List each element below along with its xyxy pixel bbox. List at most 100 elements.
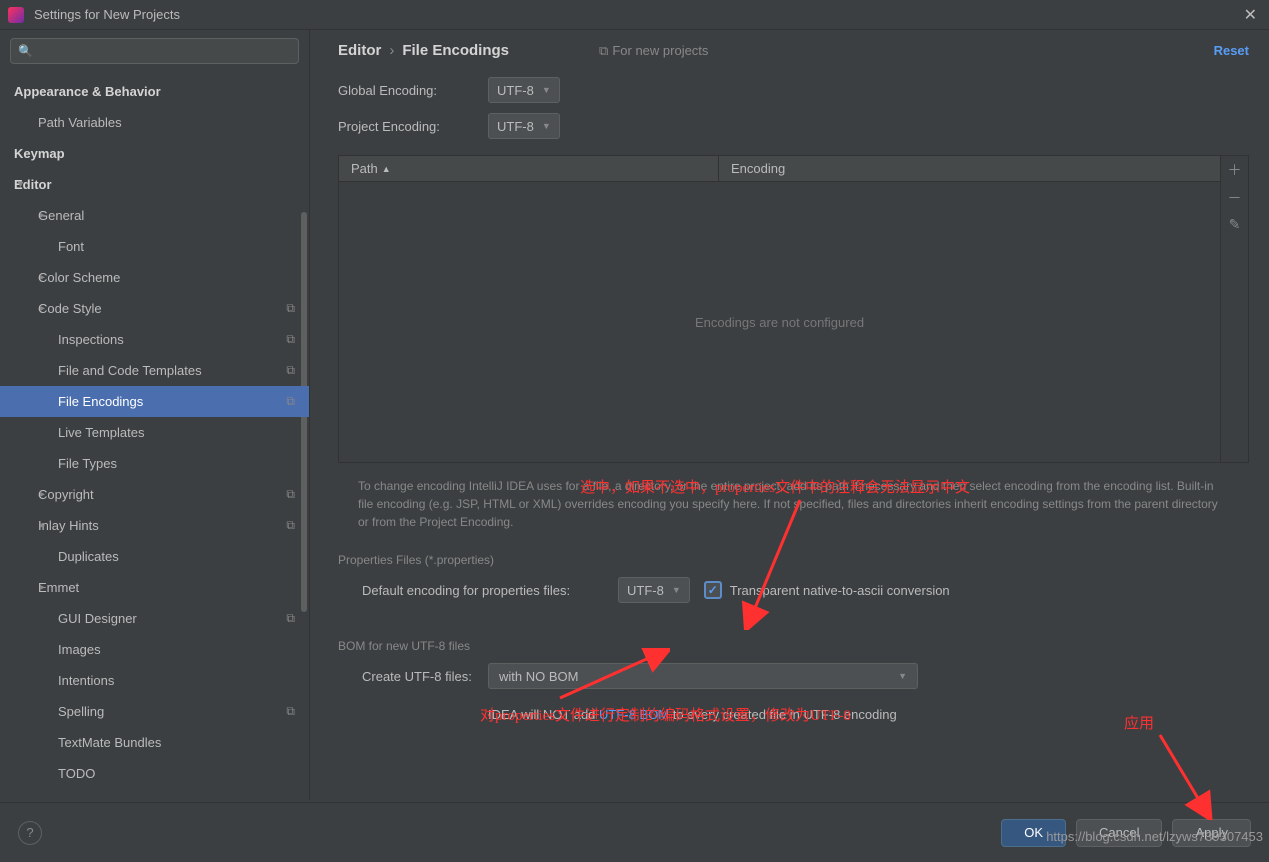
table-empty-text: Encodings are not configured [339,182,1220,462]
project-scope-icon: ⧉ [286,394,295,409]
bom-section-title: BOM for new UTF-8 files [338,639,1249,653]
sidebar-item-inspections[interactable]: Inspections ⧉ [0,324,309,355]
global-encoding-label: Global Encoding: [338,83,488,98]
breadcrumb: Editor›File Encodings [338,42,509,59]
sidebar-item-label: Path Variables [38,115,122,130]
project-scope-icon: ⧉ [286,487,295,502]
utf8-bom-link[interactable]: UTF-8 BOM [599,707,669,722]
column-path[interactable]: Path▲ [339,156,719,181]
help-button[interactable]: ? [18,821,42,845]
sidebar-item-general[interactable]: ▸General [0,200,309,231]
sidebar-item-label: TODO [58,766,95,781]
sidebar-item-label: Intentions [58,673,114,688]
sidebar-item-label: Duplicates [58,549,119,564]
sidebar-item-file-encodings[interactable]: File Encodings ⧉ [0,386,309,417]
copy-icon: ⧉ [599,43,608,58]
sidebar-item-label: Images [58,642,101,657]
add-button[interactable]: ＋ [1228,160,1242,180]
sidebar-item-file-and-code-templates[interactable]: File and Code Templates ⧉ [0,355,309,386]
project-scope-icon: ⧉ [286,301,295,316]
global-encoding-dropdown[interactable]: UTF-8▼ [488,77,560,103]
project-scope-icon: ⧉ [286,518,295,533]
sidebar-item-label: Color Scheme [38,270,120,285]
properties-encoding-dropdown[interactable]: UTF-8▼ [618,577,690,603]
content-panel: Editor›File Encodings ⧉For new projects … [310,30,1269,800]
sidebar-item-inlay-hints[interactable]: ▸Inlay Hints ⧉ [0,510,309,541]
chevron-icon: ▸ [40,272,45,283]
project-scope-icon: ⧉ [286,332,295,347]
project-scope-icon: ⧉ [286,363,295,378]
chevron-icon: ▸ [40,520,45,531]
column-encoding[interactable]: Encoding [719,161,1220,176]
sidebar-item-color-scheme[interactable]: ▸Color Scheme [0,262,309,293]
chevron-icon: ▸ [40,489,45,500]
create-utf8-label: Create UTF-8 files: [338,669,488,684]
reset-button[interactable]: Reset [1214,43,1249,58]
sidebar-item-file-types[interactable]: File Types [0,448,309,479]
watermark: https://blog.csdn.net/lzyws739307453 [1046,829,1263,844]
window-title: Settings for New Projects [34,7,1240,22]
sidebar-item-label: GUI Designer [58,611,137,626]
project-encoding-label: Project Encoding: [338,119,488,134]
default-encoding-label: Default encoding for properties files: [338,583,618,598]
sidebar-item-label: Copyright [38,487,94,502]
sidebar-item-editor[interactable]: ▾Editor [0,169,309,200]
search-icon: 🔍 [18,44,33,58]
sidebar-item-label: Keymap [14,146,65,161]
sidebar-item-copyright[interactable]: ▸Copyright ⧉ [0,479,309,510]
sidebar-item-label: Inspections [58,332,124,347]
project-scope-icon: ⧉ [286,704,295,719]
chevron-icon: ▸ [40,303,45,314]
sidebar-item-keymap[interactable]: Keymap [0,138,309,169]
sidebar-item-code-style[interactable]: ▸Code Style ⧉ [0,293,309,324]
sidebar: 🔍 Appearance & Behavior Path Variables Key… [0,30,310,800]
sidebar-item-appearance-behavior[interactable]: Appearance & Behavior [0,76,309,107]
sidebar-item-font[interactable]: Font [0,231,309,262]
bom-dropdown[interactable]: with NO BOM▼ [488,663,918,689]
sidebar-item-label: File Encodings [58,394,143,409]
check-icon: ✓ [708,583,718,597]
sort-asc-icon: ▲ [382,164,391,174]
sidebar-item-todo[interactable]: TODO [0,758,309,789]
help-text: To change encoding IntelliJ IDEA uses fo… [338,477,1249,531]
edit-button[interactable]: ✎ [1229,216,1241,233]
settings-tree[interactable]: Appearance & Behavior Path Variables Keyma… [0,72,309,800]
title-bar: Settings for New Projects ✕ [0,0,1269,30]
sidebar-item-intentions[interactable]: Intentions [0,665,309,696]
sidebar-item-label: File and Code Templates [58,363,202,378]
app-icon [8,7,24,23]
sidebar-item-label: Spelling [58,704,104,719]
sidebar-item-label: File Types [58,456,117,471]
sidebar-item-textmate-bundles[interactable]: TextMate Bundles [0,727,309,758]
chevron-icon: ▸ [40,582,45,593]
sidebar-item-label: Inlay Hints [38,518,99,533]
chevron-icon: ▾ [18,179,23,190]
search-input[interactable] [10,38,299,64]
sidebar-item-duplicates[interactable]: Duplicates [0,541,309,572]
sidebar-item-spelling[interactable]: Spelling ⧉ [0,696,309,727]
sidebar-item-images[interactable]: Images [0,634,309,665]
native-to-ascii-label: Transparent native-to-ascii conversion [730,583,950,598]
encodings-table: Path▲ Encoding Encodings are not configu… [338,155,1249,463]
project-scope-icon: ⧉ [286,611,295,626]
properties-section-title: Properties Files (*.properties) [338,553,1249,567]
sidebar-item-label: TextMate Bundles [58,735,161,750]
chevron-down-icon: ▼ [542,85,551,95]
sidebar-item-path-variables[interactable]: Path Variables [0,107,309,138]
sidebar-item-label: Live Templates [58,425,144,440]
sidebar-item-label: Code Style [38,301,102,316]
bom-info-text: IDEA will NOT add UTF-8 BOM to every cre… [338,707,1249,722]
remove-button[interactable]: － [1228,188,1242,208]
chevron-icon: ▸ [40,210,45,221]
sidebar-item-label: Font [58,239,84,254]
chevron-down-icon: ▼ [672,585,681,595]
sidebar-item-emmet[interactable]: ▸Emmet [0,572,309,603]
project-encoding-dropdown[interactable]: UTF-8▼ [488,113,560,139]
close-icon[interactable]: ✕ [1240,5,1261,25]
sidebar-item-label: Appearance & Behavior [14,84,161,99]
sidebar-item-live-templates[interactable]: Live Templates [0,417,309,448]
chevron-down-icon: ▼ [898,671,907,681]
chevron-down-icon: ▼ [542,121,551,131]
sidebar-item-gui-designer[interactable]: GUI Designer ⧉ [0,603,309,634]
native-to-ascii-checkbox[interactable]: ✓ [704,581,722,599]
